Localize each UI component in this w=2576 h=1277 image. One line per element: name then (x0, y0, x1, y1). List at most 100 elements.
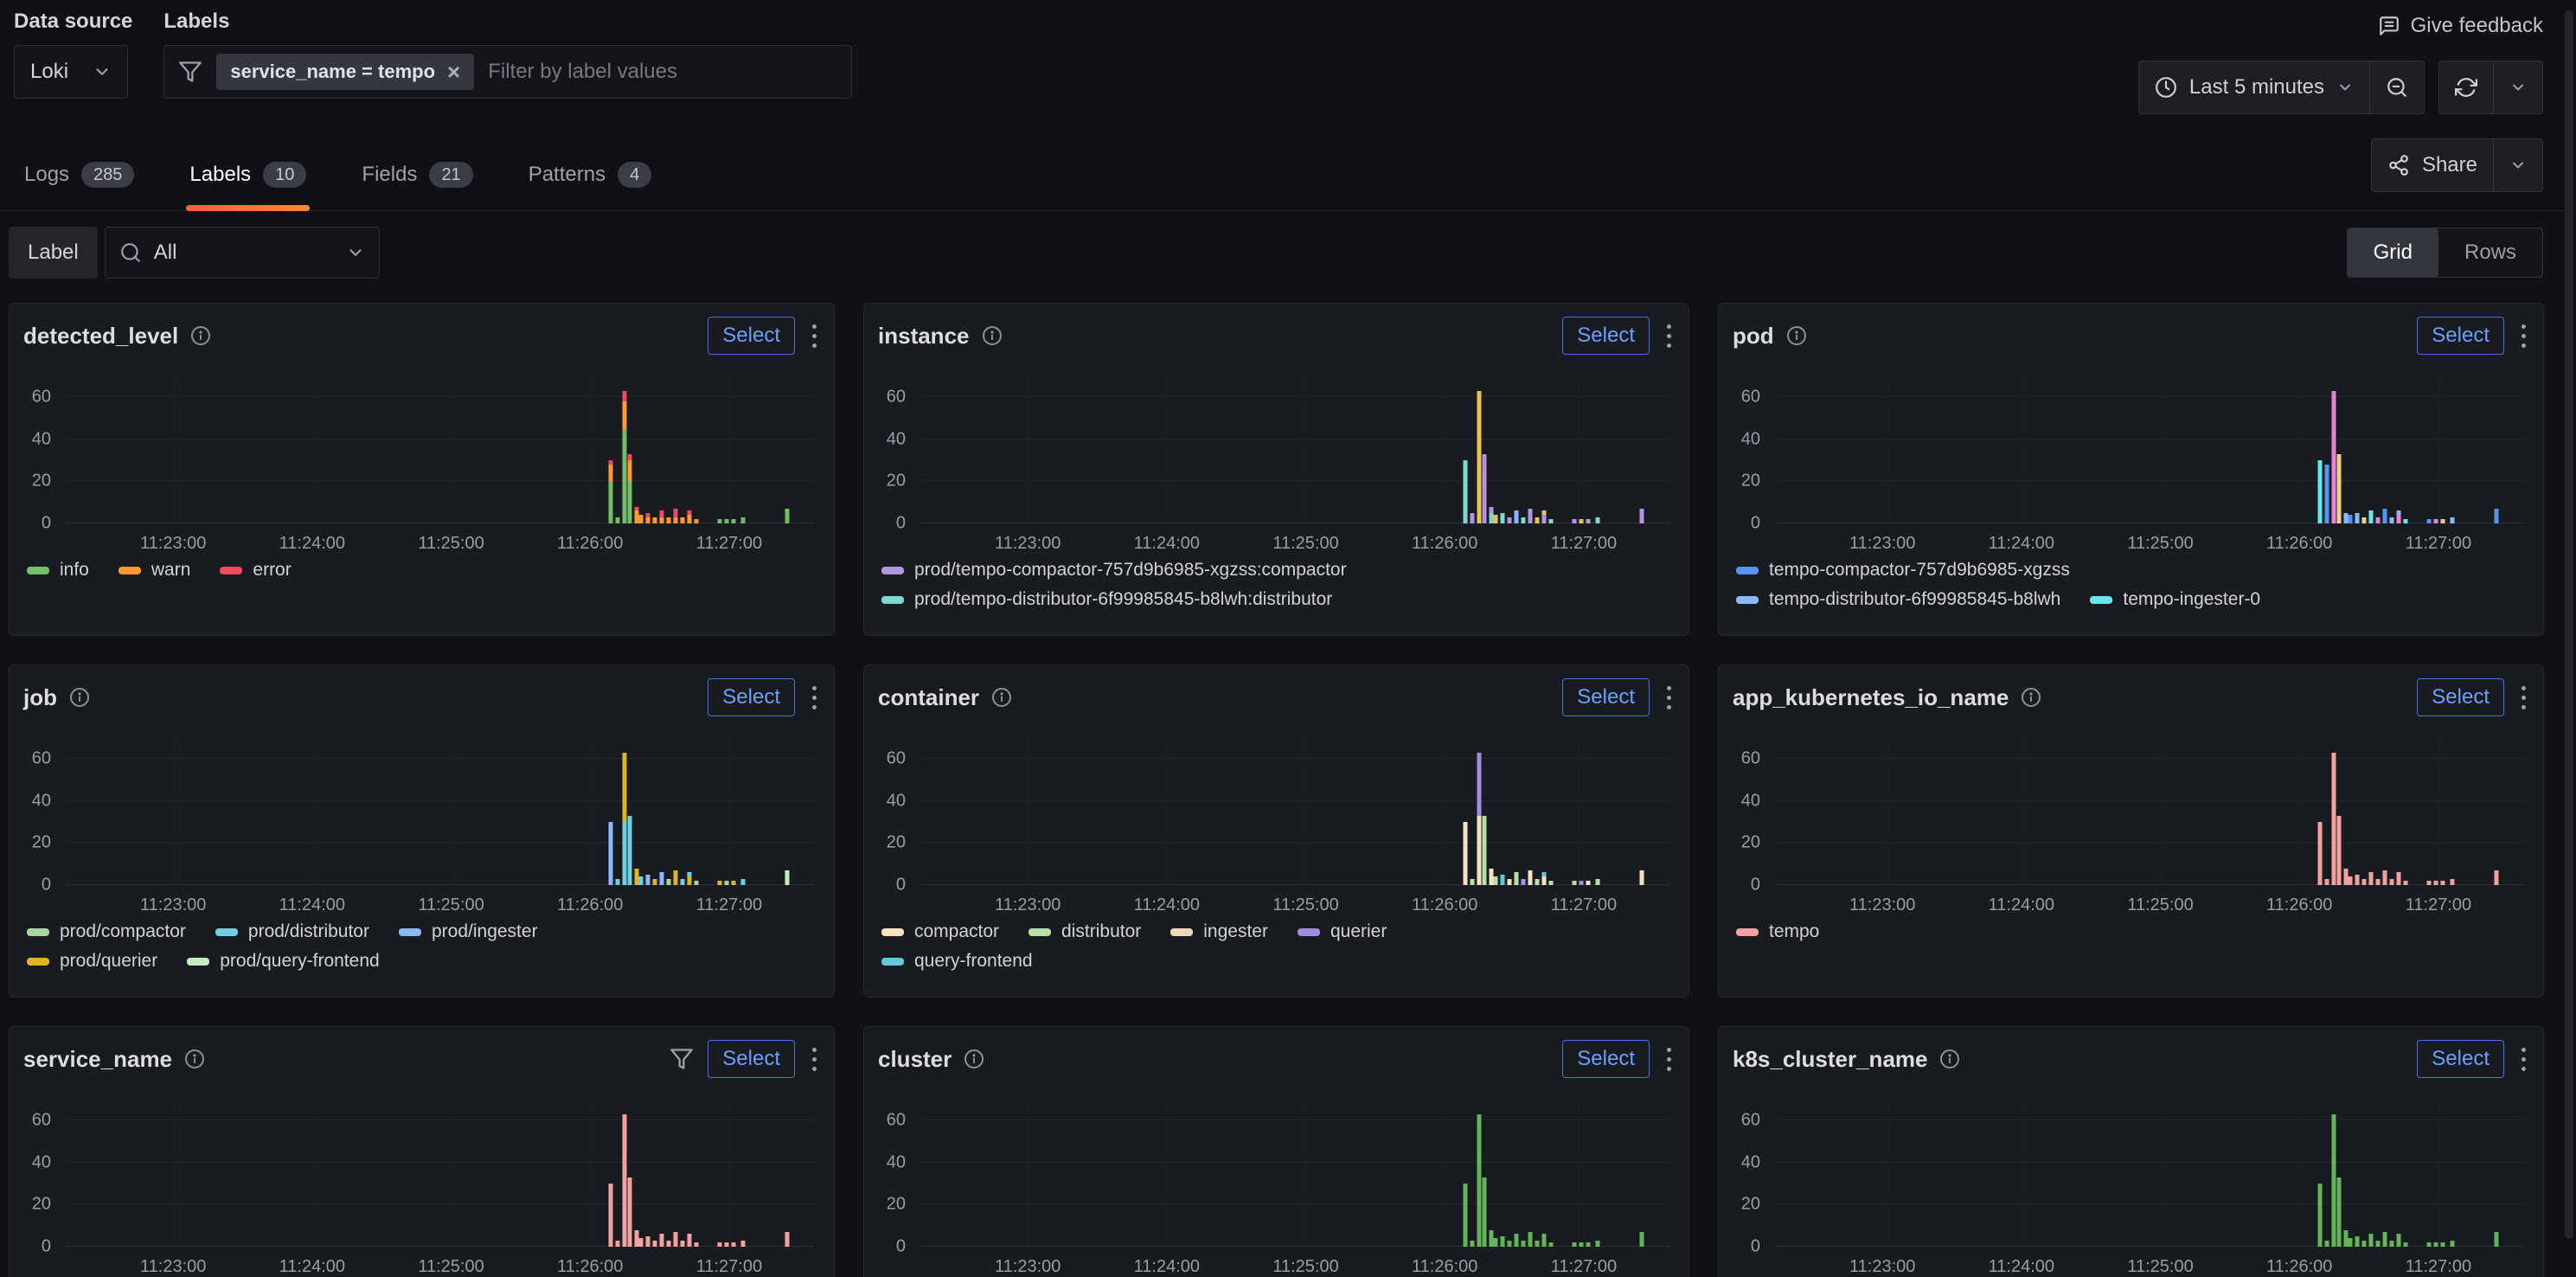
bar (1522, 1241, 1526, 1247)
bar (785, 1232, 789, 1247)
x-tick-label: 11:27:00 (2406, 534, 2471, 554)
legend-item[interactable]: ingester (1170, 921, 1268, 942)
label-filter-input[interactable]: service_name = tempo × Filter by label v… (163, 45, 852, 99)
panel-menu-icon[interactable] (1663, 319, 1675, 353)
tab-fields[interactable]: Fields 21 (358, 162, 476, 210)
info-icon[interactable] (1939, 1049, 1960, 1069)
give-feedback-link[interactable]: Give feedback (2378, 9, 2543, 43)
panel-menu-icon[interactable] (2518, 1043, 2529, 1076)
scrollbar[interactable] (2564, 0, 2574, 1277)
legend-item[interactable]: tempo (1736, 921, 1819, 942)
panel-menu-icon[interactable] (809, 1043, 820, 1076)
info-icon[interactable] (1786, 325, 1807, 346)
legend-item[interactable]: distributor (1028, 921, 1141, 942)
gridline (67, 1203, 815, 1204)
bar (616, 517, 620, 523)
legend-item[interactable]: prod/tempo-distributor-6f99985845-b8lwh:… (881, 589, 1332, 610)
bar-segment (660, 510, 664, 517)
gridline (921, 480, 1669, 481)
panel-menu-icon[interactable] (2518, 681, 2529, 715)
bar (681, 517, 685, 523)
bar-segment (688, 515, 692, 523)
info-icon[interactable] (184, 1049, 205, 1069)
bar (667, 1241, 671, 1247)
legend-item[interactable]: prod/tempo-compactor-757d9b6985-xgzss:co… (881, 560, 1347, 581)
legend-item[interactable]: prod/query-frontend (187, 951, 379, 972)
tab-patterns[interactable]: Patterns 4 (525, 162, 656, 210)
legend-item[interactable]: info (27, 560, 89, 581)
select-button[interactable]: Select (2417, 678, 2504, 716)
select-button[interactable]: Select (2417, 1040, 2504, 1078)
select-button[interactable]: Select (1562, 678, 1650, 716)
share-dropdown[interactable] (2493, 139, 2542, 191)
label-prefix: Label (9, 227, 98, 279)
bar (688, 510, 692, 523)
view-toggle-rows[interactable]: Rows (2438, 228, 2542, 277)
info-icon[interactable] (982, 325, 1003, 346)
legend-item[interactable]: querier (1298, 921, 1387, 942)
bar-segment (2390, 1241, 2394, 1247)
bar (660, 510, 664, 523)
select-button[interactable]: Select (708, 678, 795, 716)
legend-item[interactable]: query-frontend (881, 951, 1033, 972)
legend-item[interactable]: prod/querier (27, 951, 157, 972)
info-icon[interactable] (190, 325, 211, 346)
select-button[interactable]: Select (1562, 1040, 1650, 1078)
legend-label: info (60, 560, 89, 581)
legend-item[interactable]: compactor (881, 921, 999, 942)
select-button[interactable]: Select (2417, 317, 2504, 355)
bar-segment (1494, 515, 1498, 523)
bar (609, 822, 613, 885)
filter-chip[interactable]: service_name = tempo × (216, 54, 474, 90)
x-tick-label: 11:24:00 (279, 534, 345, 554)
legend-item[interactable]: prod/distributor (215, 921, 369, 942)
bar (2343, 1230, 2348, 1247)
time-range-picker[interactable]: Last 5 minutes (2139, 61, 2369, 113)
panel-menu-icon[interactable] (1663, 1043, 1675, 1076)
bar (1477, 753, 1482, 885)
select-button[interactable]: Select (1562, 317, 1650, 355)
bar-segment (609, 465, 613, 481)
bar (2343, 869, 2348, 885)
legend-label: prod/tempo-distributor-6f99985845-b8lwh:… (914, 589, 1332, 610)
active-filter-icon[interactable] (670, 1047, 694, 1071)
scrollbar-thumb[interactable] (2565, 10, 2573, 1239)
legend-item[interactable]: tempo-ingester-0 (2090, 589, 2260, 610)
legend-item[interactable]: prod/ingester (399, 921, 538, 942)
label-search-select[interactable]: All (105, 227, 380, 279)
panel-menu-icon[interactable] (809, 319, 820, 353)
legend-label: prod/compactor (60, 921, 186, 942)
panel-menu-icon[interactable] (2518, 319, 2529, 353)
gridline (67, 842, 815, 843)
x-tick-label: 11:23:00 (995, 1257, 1061, 1277)
legend-label: prod/querier (60, 951, 157, 972)
refresh-button[interactable] (2439, 61, 2493, 113)
info-icon[interactable] (964, 1049, 984, 1069)
tab-logs[interactable]: Logs 285 (21, 162, 138, 210)
legend-item[interactable]: tempo-distributor-6f99985845-b8lwh (1736, 589, 2060, 610)
bar-segment (616, 879, 620, 885)
share-button[interactable]: Share (2372, 139, 2493, 191)
view-toggle-grid[interactable]: Grid (2348, 228, 2438, 277)
bar (1528, 509, 1533, 523)
y-tick-label: 40 (1741, 1152, 1760, 1172)
info-icon[interactable] (2021, 687, 2041, 708)
select-button[interactable]: Select (708, 317, 795, 355)
legend-item[interactable]: prod/compactor (27, 921, 186, 942)
select-button[interactable]: Select (708, 1040, 795, 1078)
filter-chip-text: service_name = tempo (230, 61, 435, 83)
legend-item[interactable]: error (220, 560, 291, 581)
info-icon[interactable] (991, 687, 1012, 708)
zoom-out-button[interactable] (2369, 61, 2424, 113)
tab-labels[interactable]: Labels 10 (186, 162, 310, 210)
panel-menu-icon[interactable] (809, 681, 820, 715)
legend-item[interactable]: tempo-compactor-757d9b6985-xgzss (1736, 560, 2070, 581)
bar (2450, 879, 2454, 885)
panel-menu-icon[interactable] (1663, 681, 1675, 715)
remove-filter-icon[interactable]: × (447, 61, 460, 83)
legend-item[interactable]: warn (119, 560, 191, 581)
refresh-interval-dropdown[interactable] (2493, 61, 2542, 113)
datasource-picker[interactable]: Loki (14, 45, 128, 99)
x-tick-label: 11:23:00 (1849, 534, 1915, 554)
info-icon[interactable] (69, 687, 90, 708)
